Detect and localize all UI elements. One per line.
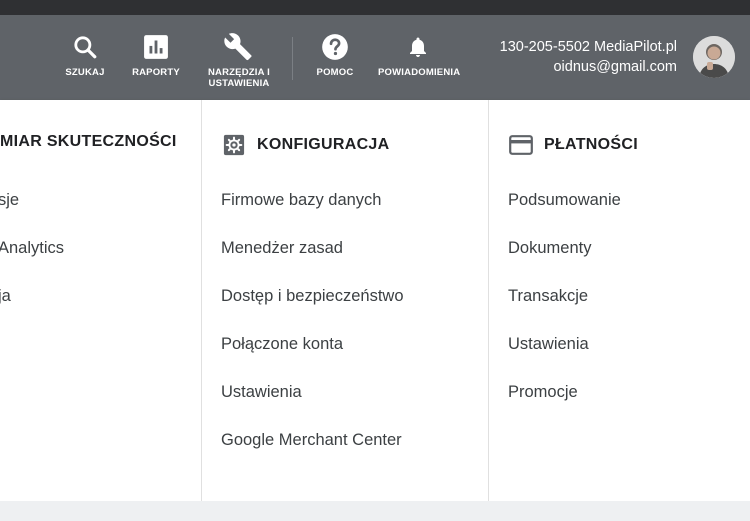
tools-dropdown-panel: MIAR SKUTECZNOŚCI sje Analytics ja KONFI… [0,100,750,501]
reports-label: RAPORTY [132,67,180,78]
avatar[interactable] [693,36,735,78]
account-info[interactable]: 130-205-5502 MediaPilot.pl oidnus@gmail.… [500,37,677,77]
tools-settings-button[interactable]: NARZĘDZIA I USTAWIENIA [199,33,279,89]
help-label: POMOC [316,67,354,78]
top-toolbar: SZUKAJ RAPORTY NARZĘDZIA I USTAWIENIA PO… [0,15,750,100]
setup-column: KONFIGURACJA Firmowe bazy danych Menedże… [201,100,488,501]
credit-card-icon [508,133,534,157]
gear-icon [221,133,247,157]
toolbar-divider [292,37,293,80]
billing-title: PŁATNOŚCI [544,136,638,153]
bell-icon [406,33,430,61]
search-button[interactable]: SZUKAJ [45,33,125,78]
search-label: SZUKAJ [65,67,105,78]
search-icon [72,33,98,61]
notifications-label: POWIADOMIENIA [378,67,461,78]
measurement-header: MIAR SKUTECZNOŚCI [0,133,177,151]
setup-title: KONFIGURACJA [257,136,390,153]
page-background-strip [0,501,750,521]
account-email: oidnus@gmail.com [553,59,677,75]
measurement-column: MIAR SKUTECZNOŚCI sje Analytics ja [0,133,177,305]
notifications-button[interactable]: POWIADOMIENIA [378,33,461,78]
window-top-strip [0,0,750,15]
reports-icon [143,33,169,61]
account-id-name: 130-205-5502 MediaPilot.pl [499,39,677,55]
help-icon [321,33,349,61]
setup-header: KONFIGURACJA [221,133,390,157]
billing-column: PŁATNOŚCI Podsumowanie Dokumenty Transak… [488,100,750,501]
tools-settings-label: NARZĘDZIA I USTAWIENIA [207,67,270,89]
reports-button[interactable]: RAPORTY [116,33,196,78]
billing-header: PŁATNOŚCI [508,133,638,157]
measurement-title: MIAR SKUTECZNOŚCI [0,133,177,150]
help-button[interactable]: POMOC [295,33,375,78]
wrench-icon [224,33,254,61]
